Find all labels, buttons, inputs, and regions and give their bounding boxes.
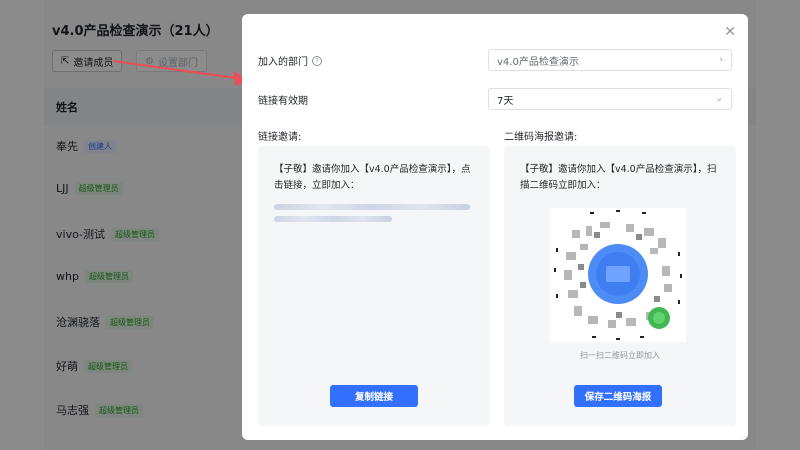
save-qr-poster-button[interactable]: 保存二维码海报	[574, 385, 662, 407]
department-label: 加入的部门 ?	[258, 53, 322, 68]
qr-invite-card: 【子敬】邀请你加入【v4.0产品检查演示】，扫描二维码立即加入： 扫一扫二维码立…	[504, 146, 736, 426]
link-invite-card: 【子敬】邀请你加入【v4.0产品检查演示】，点击链接，立即加入： 复制链接	[258, 146, 490, 426]
blurred-link[interactable]	[274, 204, 470, 210]
qr-section-title: 二维码海报邀请:	[504, 132, 578, 143]
invite-modal: ✕ 加入的部门 ? v4.0产品检查演示 › 链接有效期 7天 ⌄ 链接邀请: …	[242, 14, 748, 440]
close-icon[interactable]: ✕	[724, 24, 736, 40]
validity-label-text: 链接有效期	[258, 96, 308, 107]
validity-label: 链接有效期	[258, 92, 308, 107]
help-icon[interactable]: ?	[312, 55, 322, 66]
chevron-right-icon: ›	[719, 55, 723, 65]
department-value: v4.0产品检查演示	[497, 56, 579, 68]
blurred-link[interactable]	[274, 216, 392, 222]
department-label-text: 加入的部门	[258, 57, 308, 68]
copy-link-button[interactable]: 复制链接	[330, 385, 418, 407]
qr-code	[550, 208, 686, 342]
department-select[interactable]: v4.0产品检查演示 ›	[488, 49, 732, 71]
link-invite-text: 【子敬】邀请你加入【v4.0产品检查演示】，点击链接，立即加入：	[274, 164, 471, 191]
validity-select[interactable]: 7天 ⌄	[488, 88, 732, 110]
link-section-title: 链接邀请:	[258, 132, 302, 143]
qr-invite-text: 【子敬】邀请你加入【v4.0产品检查演示】，扫描二维码立即加入：	[520, 164, 717, 191]
qr-code-image	[550, 208, 686, 342]
chevron-down-icon: ⌄	[715, 94, 723, 104]
validity-value: 7天	[497, 95, 514, 107]
qr-caption: 扫一扫二维码立即加入	[580, 351, 660, 360]
